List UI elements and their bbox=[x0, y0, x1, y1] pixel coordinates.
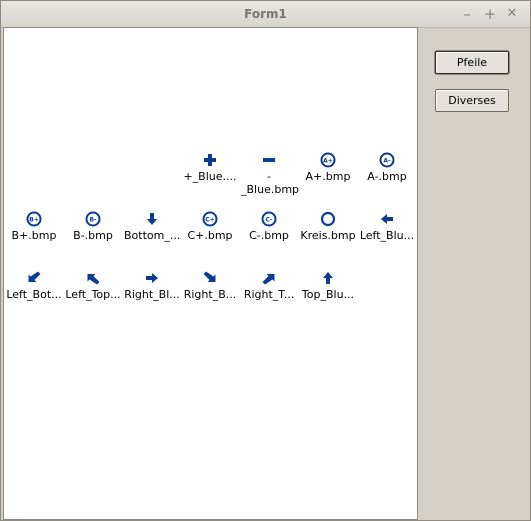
window-title: Form1 bbox=[244, 7, 287, 21]
list-item[interactable]: Right_B... bbox=[182, 266, 238, 314]
circle-a-minus-icon: A- bbox=[379, 152, 395, 168]
close-icon[interactable]: ✕ bbox=[503, 5, 521, 23]
arrow-right-icon bbox=[146, 273, 158, 283]
form1-window: Form1 – + ✕ +_Blue.... - _Blue.bmp A+ A+… bbox=[0, 0, 531, 521]
svg-text:B+: B+ bbox=[29, 217, 39, 224]
arrow-up-right-icon bbox=[262, 274, 275, 285]
list-item-label: B+.bmp bbox=[11, 229, 57, 242]
list-item-label: Bottom_... bbox=[124, 229, 181, 242]
list-item[interactable]: Top_Blu... bbox=[300, 266, 356, 314]
list-item[interactable]: Kreis.bmp bbox=[300, 207, 356, 255]
pfeile-button[interactable]: Pfeile bbox=[435, 51, 509, 74]
image-list-view[interactable]: +_Blue.... - _Blue.bmp A+ A+.bmp A- A-.b… bbox=[3, 27, 418, 520]
list-item-label: A-.bmp bbox=[367, 170, 407, 183]
svg-text:A-: A- bbox=[383, 158, 391, 165]
arrow-left-icon bbox=[381, 214, 393, 224]
diverses-button[interactable]: Diverses bbox=[435, 89, 509, 112]
circle-icon bbox=[320, 211, 336, 227]
list-item-label: C-.bmp bbox=[249, 229, 289, 242]
minimize-icon[interactable]: – bbox=[458, 5, 476, 23]
list-item-label: Right_Bl... bbox=[124, 288, 180, 301]
list-item-label: Right_T... bbox=[243, 288, 295, 301]
arrow-up-left-icon bbox=[87, 274, 100, 285]
list-item[interactable]: A+ A+.bmp bbox=[300, 148, 356, 196]
list-item-label: C+.bmp bbox=[187, 229, 233, 242]
list-item[interactable]: Left_Bot... bbox=[6, 266, 62, 314]
list-item[interactable]: - _Blue.bmp bbox=[241, 148, 300, 196]
list-item[interactable]: Right_Bl... bbox=[124, 266, 180, 314]
list-item-label: +_Blue.... bbox=[183, 170, 237, 183]
list-item-label: Kreis.bmp bbox=[300, 229, 356, 242]
list-item-label: Left_Top... bbox=[65, 288, 121, 301]
arrow-down-right-icon bbox=[203, 271, 216, 282]
arrow-up-icon bbox=[323, 272, 333, 284]
list-item[interactable]: Bottom_... bbox=[124, 207, 180, 255]
list-item-label: - _Blue.bmp bbox=[241, 170, 300, 196]
list-item-label: Left_Blu... bbox=[359, 229, 415, 242]
circle-c-plus-icon: C+ bbox=[202, 211, 218, 227]
circle-a-plus-icon: A+ bbox=[320, 152, 336, 168]
maximize-icon[interactable]: + bbox=[481, 5, 499, 23]
circle-b-minus-icon: B- bbox=[85, 211, 101, 227]
list-item[interactable]: Left_Top... bbox=[65, 266, 121, 314]
list-item-label: Top_Blu... bbox=[301, 288, 355, 301]
list-item-label: B-.bmp bbox=[73, 229, 113, 242]
list-item-label: A+.bmp bbox=[305, 170, 351, 183]
svg-text:B-: B- bbox=[89, 217, 97, 224]
list-item[interactable]: Left_Blu... bbox=[359, 207, 415, 255]
arrow-down-icon bbox=[147, 213, 157, 225]
list-item[interactable]: A- A-.bmp bbox=[359, 148, 415, 196]
title-bar[interactable]: Form1 – + ✕ bbox=[1, 1, 530, 28]
list-item[interactable]: Right_T... bbox=[241, 266, 297, 314]
list-item[interactable]: C+ C+.bmp bbox=[182, 207, 238, 255]
circle-c-minus-icon: C- bbox=[261, 211, 277, 227]
list-item-label: Right_B... bbox=[183, 288, 237, 301]
list-item[interactable]: +_Blue.... bbox=[182, 148, 238, 196]
svg-text:A+: A+ bbox=[323, 158, 333, 165]
svg-text:C-: C- bbox=[265, 217, 273, 224]
circle-b-plus-icon: B+ bbox=[26, 211, 42, 227]
list-item[interactable]: B+ B+.bmp bbox=[6, 207, 62, 255]
list-item-label: Left_Bot... bbox=[6, 288, 62, 301]
plus-icon bbox=[204, 154, 216, 166]
arrow-down-left-icon bbox=[28, 271, 41, 282]
list-item[interactable]: B- B-.bmp bbox=[65, 207, 121, 255]
minus-icon bbox=[263, 158, 275, 162]
svg-text:C+: C+ bbox=[205, 217, 214, 224]
list-item[interactable]: C- C-.bmp bbox=[241, 207, 297, 255]
